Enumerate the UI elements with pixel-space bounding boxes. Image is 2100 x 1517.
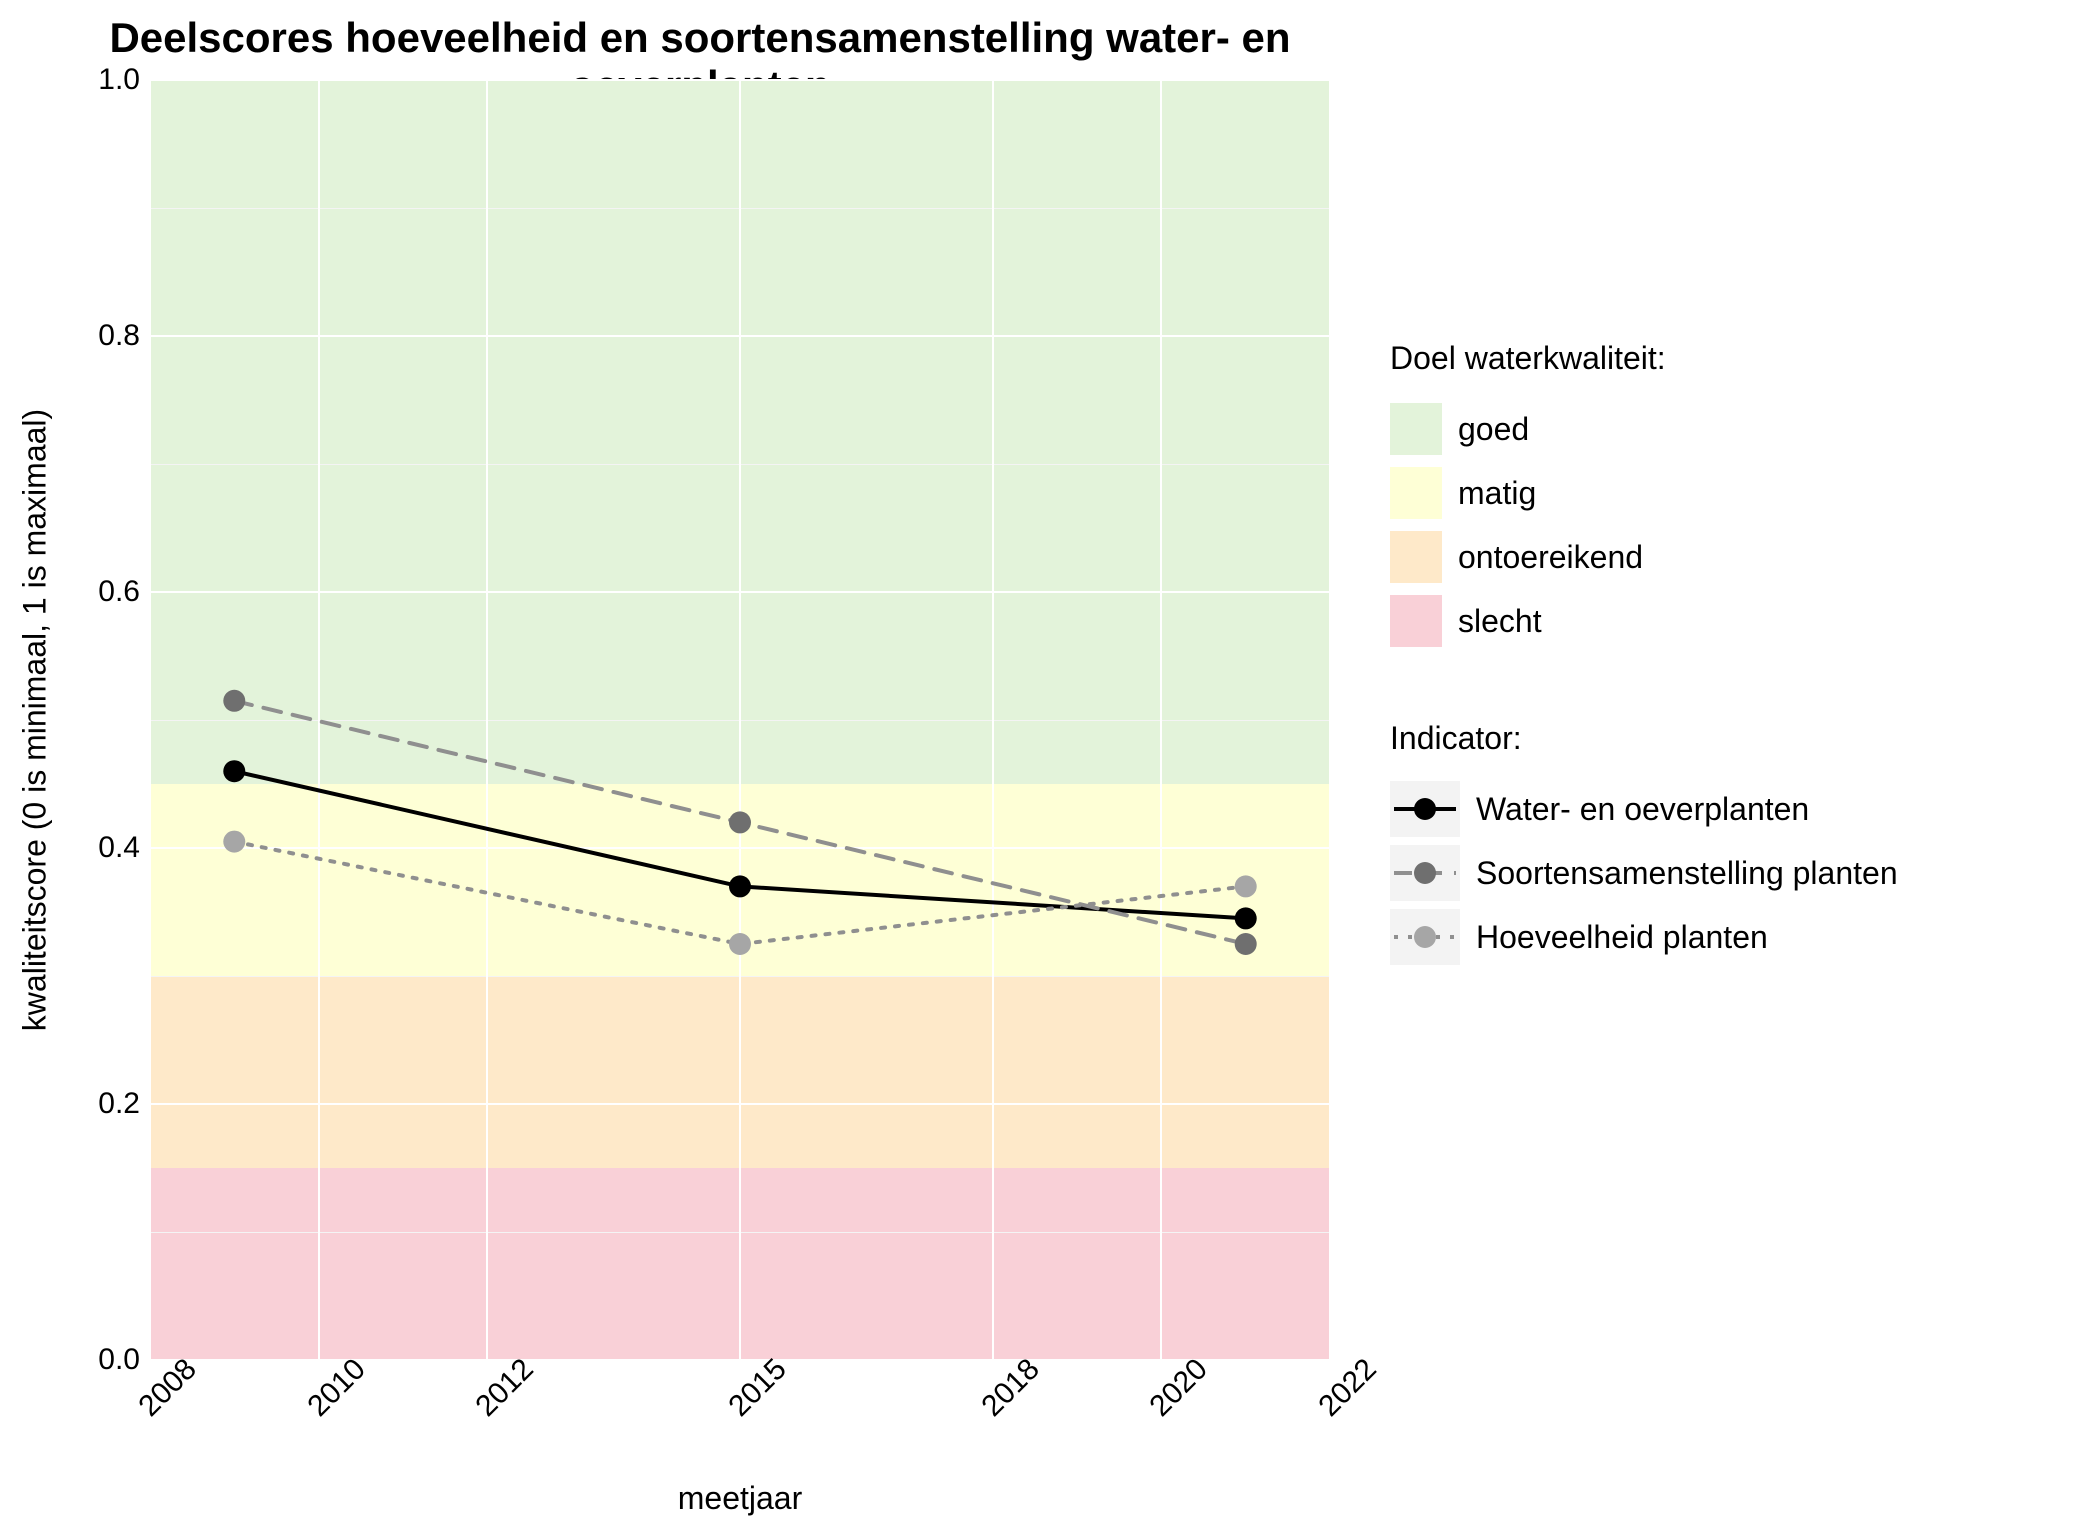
series-point xyxy=(729,933,751,955)
x-tick-label: 2012 xyxy=(470,1352,541,1423)
legend-quality: Doel waterkwaliteit: goed matig ontoereike… xyxy=(1390,340,1666,657)
x-tick-label: 2010 xyxy=(301,1352,372,1423)
legend-indicator-label: Hoeveelheid planten xyxy=(1476,919,1768,956)
series-point xyxy=(729,875,751,897)
legend-swatch-matig xyxy=(1390,467,1442,519)
plot-outer: kwaliteitscore (0 is minimaal, 1 is maxi… xyxy=(150,80,1330,1360)
x-tick-label: 2018 xyxy=(975,1352,1046,1423)
legend-indicator-title: Indicator: xyxy=(1390,720,1898,757)
legend-quality-item-goed: goed xyxy=(1390,401,1666,457)
legend-indicator-label: Soortensamenstelling planten xyxy=(1476,855,1898,892)
chart-container: Deelscores hoeveelheid en soortensamenst… xyxy=(0,0,2100,1500)
y-tick-label: 0.4 xyxy=(60,831,140,865)
x-tick-label: 2022 xyxy=(1312,1352,1383,1423)
x-axis-label: meetjaar xyxy=(150,1480,1330,1517)
legend-quality-title: Doel waterkwaliteit: xyxy=(1390,340,1666,377)
chart-overlay-svg xyxy=(150,80,1330,1360)
series-point xyxy=(729,811,751,833)
legend-quality-label: matig xyxy=(1458,475,1536,512)
legend-swatch-slecht xyxy=(1390,595,1442,647)
legend-indicator-item-2: Hoeveelheid planten xyxy=(1390,909,1898,965)
legend-quality-item-ontoereikend: ontoereikend xyxy=(1390,529,1666,585)
series-point xyxy=(223,690,245,712)
legend-quality-label: ontoereikend xyxy=(1458,539,1643,576)
legend-quality-item-slecht: slecht xyxy=(1390,593,1666,649)
legend-indicator-item-0: Water- en oeverplanten xyxy=(1390,781,1898,837)
legend-swatch-ontoereikend xyxy=(1390,531,1442,583)
legend-line-sample xyxy=(1390,845,1460,901)
x-tick-label: 2008 xyxy=(132,1352,203,1423)
series-point xyxy=(1235,875,1257,897)
y-tick-label: 0.2 xyxy=(60,1087,140,1121)
x-tick-label: 2015 xyxy=(722,1352,793,1423)
legend-indicator: Indicator: Water- en oeverplanten Soorten… xyxy=(1390,720,1898,973)
legend-quality-item-matig: matig xyxy=(1390,465,1666,521)
legend-swatch-goed xyxy=(1390,403,1442,455)
series-point xyxy=(223,760,245,782)
y-tick-label: 0.0 xyxy=(60,1343,140,1377)
series-point xyxy=(223,831,245,853)
legend-line-sample xyxy=(1390,909,1460,965)
legend-quality-label: goed xyxy=(1458,411,1529,448)
legend-line-sample xyxy=(1390,781,1460,837)
y-tick-label: 1.0 xyxy=(60,63,140,97)
y-tick-label: 0.6 xyxy=(60,575,140,609)
y-tick-label: 0.8 xyxy=(60,319,140,353)
series-point xyxy=(1235,933,1257,955)
series-point xyxy=(1235,907,1257,929)
y-axis-label: kwaliteitscore (0 is minimaal, 1 is maxi… xyxy=(17,409,54,1031)
legend-indicator-item-1: Soortensamenstelling planten xyxy=(1390,845,1898,901)
legend-quality-label: slecht xyxy=(1458,603,1542,640)
legend-indicator-label: Water- en oeverplanten xyxy=(1476,791,1809,828)
x-tick-label: 2020 xyxy=(1144,1352,1215,1423)
